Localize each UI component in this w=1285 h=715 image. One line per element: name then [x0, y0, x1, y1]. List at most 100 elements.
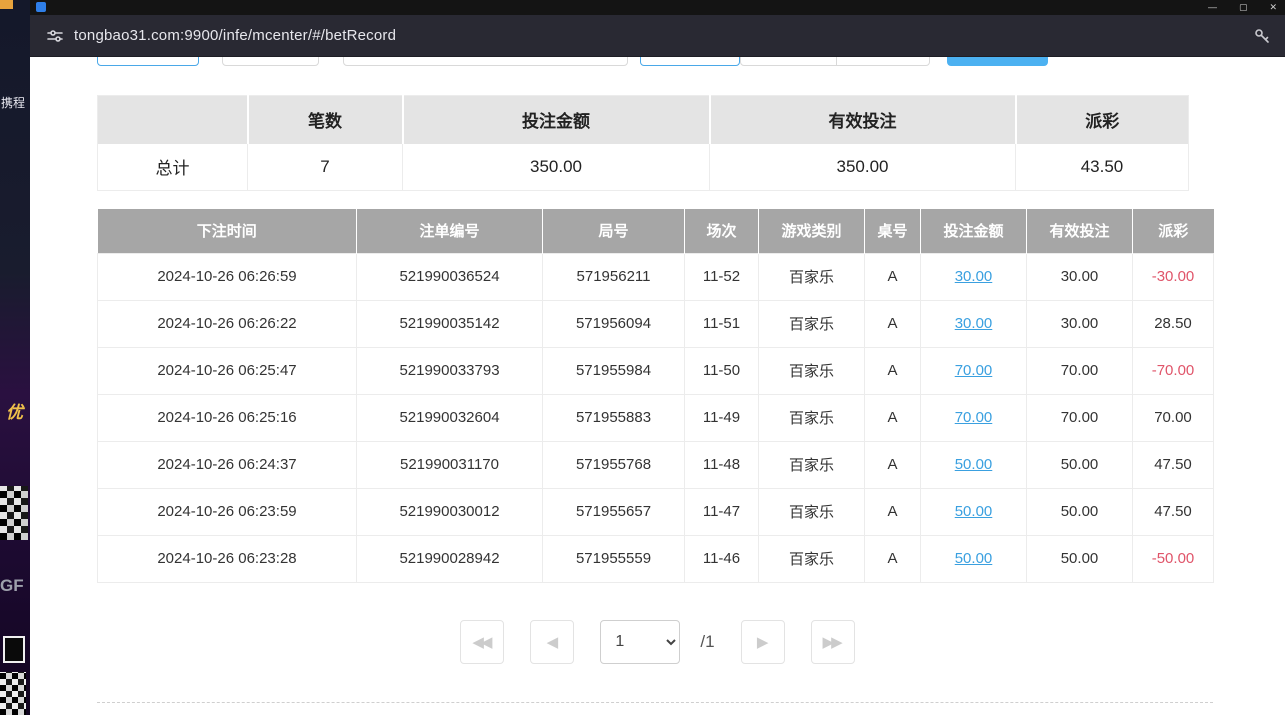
cell-bet-time: 2024-10-26 06:25:16: [98, 394, 357, 441]
filter-toolbar-cutoff: [30, 57, 1285, 66]
cell-table-id: A: [865, 300, 921, 347]
cell-bet-amount: 50.00: [921, 441, 1027, 488]
cell-valid-bet: 70.00: [1027, 394, 1133, 441]
cell-game-type: 百家乐: [759, 347, 865, 394]
last-page-button[interactable]: ▶▶: [811, 620, 855, 664]
cell-bet-time: 2024-10-26 06:26:59: [98, 253, 357, 300]
cell-game-type: 百家乐: [759, 253, 865, 300]
cell-game-type: 百家乐: [759, 441, 865, 488]
date-preset-button[interactable]: [640, 57, 740, 66]
cell-valid-bet: 50.00: [1027, 488, 1133, 535]
table-row: 2024-10-26 06:24:37521990031170571955768…: [98, 441, 1214, 488]
cell-bet-time: 2024-10-26 06:24:37: [98, 441, 357, 488]
column-header-session: 场次: [685, 209, 759, 253]
bet-amount-link[interactable]: 50.00: [955, 456, 993, 473]
cell-payout: 47.50: [1133, 488, 1214, 535]
desktop-text-gf: GF: [0, 576, 24, 596]
desktop-orange-fragment: [0, 0, 13, 9]
cell-game-type: 百家乐: [759, 535, 865, 582]
query-button[interactable]: [947, 57, 1048, 66]
cell-bet-amount: 50.00: [921, 535, 1027, 582]
cell-valid-bet: 50.00: [1027, 441, 1133, 488]
cell-game-type: 百家乐: [759, 394, 865, 441]
cell-session: 11-51: [685, 300, 759, 347]
bet-amount-link[interactable]: 30.00: [955, 268, 993, 285]
desktop-text-xiecheng: 携程: [1, 94, 25, 111]
minimize-button[interactable]: —: [1208, 0, 1217, 15]
cell-game-type: 百家乐: [759, 300, 865, 347]
summary-header-valid-bet: 有效投注: [710, 96, 1016, 144]
filter-tab-button-2[interactable]: [222, 57, 319, 66]
column-header-bet-time: 下注时间: [98, 209, 357, 253]
search-input[interactable]: [343, 57, 628, 66]
filter-tab-button[interactable]: [97, 57, 199, 66]
summary-total-count: 7: [248, 144, 403, 191]
date-range-input[interactable]: [740, 57, 930, 66]
url-text[interactable]: tongbao31.com:9900/infe/mcenter/#/betRec…: [74, 27, 396, 44]
cell-bet-time: 2024-10-26 06:23:59: [98, 488, 357, 535]
site-settings-icon[interactable]: [46, 27, 64, 45]
summary-table: 笔数 投注金额 有效投注 派彩 总计 7 350.00 350.00 43.50: [97, 95, 1189, 191]
next-page-button[interactable]: ▶: [741, 620, 785, 664]
cell-order-id: 521990033793: [357, 347, 543, 394]
bet-amount-link[interactable]: 50.00: [955, 503, 993, 520]
summary-total-row: 总计 7 350.00 350.00 43.50: [98, 144, 1189, 191]
cell-bet-time: 2024-10-26 06:23:28: [98, 535, 357, 582]
cell-bet-amount: 30.00: [921, 253, 1027, 300]
cell-bet-amount: 50.00: [921, 488, 1027, 535]
column-header-game-type: 游戏类别: [759, 209, 865, 253]
cell-payout: 70.00: [1133, 394, 1214, 441]
cell-session: 11-50: [685, 347, 759, 394]
maximize-button[interactable]: ▢: [1239, 0, 1248, 15]
bet-record-page: 笔数 投注金额 有效投注 派彩 总计 7 350.00 350.00 43.50…: [30, 57, 1285, 715]
column-header-bet-amount: 投注金额: [921, 209, 1027, 253]
column-header-table-id: 桌号: [865, 209, 921, 253]
cell-round-id: 571955984: [543, 347, 685, 394]
summary-header-row: 笔数 投注金额 有效投注 派彩: [98, 96, 1189, 144]
table-row: 2024-10-26 06:23:59521990030012571955657…: [98, 488, 1214, 535]
bet-amount-link[interactable]: 50.00: [955, 550, 993, 567]
password-key-icon[interactable]: [1253, 27, 1271, 45]
column-header-round-id: 局号: [543, 209, 685, 253]
cell-round-id: 571956211: [543, 253, 685, 300]
cell-valid-bet: 30.00: [1027, 300, 1133, 347]
cell-order-id: 521990036524: [357, 253, 543, 300]
qr-code-fragment-bottom: [0, 672, 26, 715]
browser-urlbar: tongbao31.com:9900/infe/mcenter/#/betRec…: [30, 15, 1285, 57]
screen: 携程 优 GF — ▢ ✕ tongbao31.com:9900/infe/mc…: [0, 0, 1285, 715]
summary-total-bet-amount: 350.00: [403, 144, 710, 191]
page-select[interactable]: 1: [600, 620, 680, 664]
cell-table-id: A: [865, 347, 921, 394]
desktop-edge: 携程 优 GF: [0, 0, 30, 715]
cell-order-id: 521990032604: [357, 394, 543, 441]
cell-order-id: 521990035142: [357, 300, 543, 347]
bet-amount-link[interactable]: 30.00: [955, 315, 993, 332]
cell-order-id: 521990028942: [357, 535, 543, 582]
first-page-button[interactable]: ◀◀: [460, 620, 504, 664]
cell-table-id: A: [865, 441, 921, 488]
cell-payout: 47.50: [1133, 441, 1214, 488]
prev-page-button[interactable]: ◀: [530, 620, 574, 664]
cell-round-id: 571956094: [543, 300, 685, 347]
bet-amount-link[interactable]: 70.00: [955, 362, 993, 379]
table-row: 2024-10-26 06:25:47521990033793571955984…: [98, 347, 1214, 394]
summary-total-payout: 43.50: [1016, 144, 1189, 191]
total-pages-label: /1: [700, 632, 714, 652]
cell-order-id: 521990030012: [357, 488, 543, 535]
cell-payout: -70.00: [1133, 347, 1214, 394]
cell-bet-amount: 70.00: [921, 394, 1027, 441]
column-header-payout: 派彩: [1133, 209, 1214, 253]
close-button[interactable]: ✕: [1269, 0, 1277, 15]
qr-code-fragment: [0, 486, 28, 540]
bet-amount-link[interactable]: 70.00: [955, 409, 993, 426]
cell-round-id: 571955559: [543, 535, 685, 582]
cell-session: 11-52: [685, 253, 759, 300]
cell-game-type: 百家乐: [759, 488, 865, 535]
cell-valid-bet: 30.00: [1027, 253, 1133, 300]
desktop-square-outline: [3, 636, 25, 663]
cell-payout: -30.00: [1133, 253, 1214, 300]
cell-payout: 28.50: [1133, 300, 1214, 347]
summary-total-label: 总计: [98, 144, 248, 191]
cell-bet-amount: 70.00: [921, 347, 1027, 394]
bet-table-header-row: 下注时间注单编号局号场次游戏类别桌号投注金额有效投注派彩: [98, 209, 1214, 253]
